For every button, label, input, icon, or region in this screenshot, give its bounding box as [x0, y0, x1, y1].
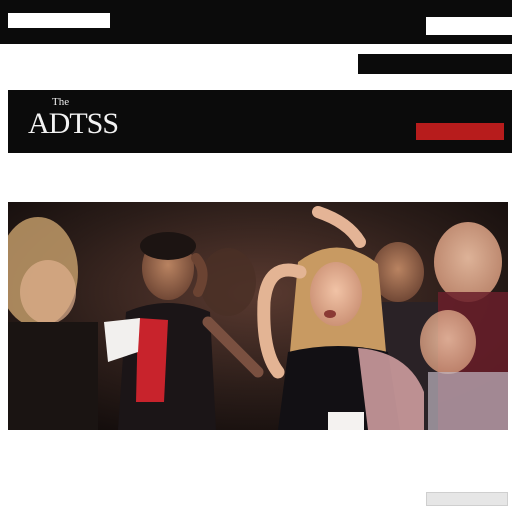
header-search-field[interactable]: [358, 54, 512, 74]
share-button[interactable]: [426, 492, 508, 506]
brand-logo[interactable]: ADTSS: [28, 107, 119, 141]
hero-image[interactable]: [8, 202, 508, 430]
global-nav: [0, 28, 512, 44]
breadcrumb-row: [0, 44, 512, 76]
site-logo[interactable]: [8, 13, 110, 28]
subscribe-button[interactable]: [416, 123, 504, 140]
top-bar: [0, 0, 512, 44]
masthead: The ADTSS: [8, 90, 512, 153]
